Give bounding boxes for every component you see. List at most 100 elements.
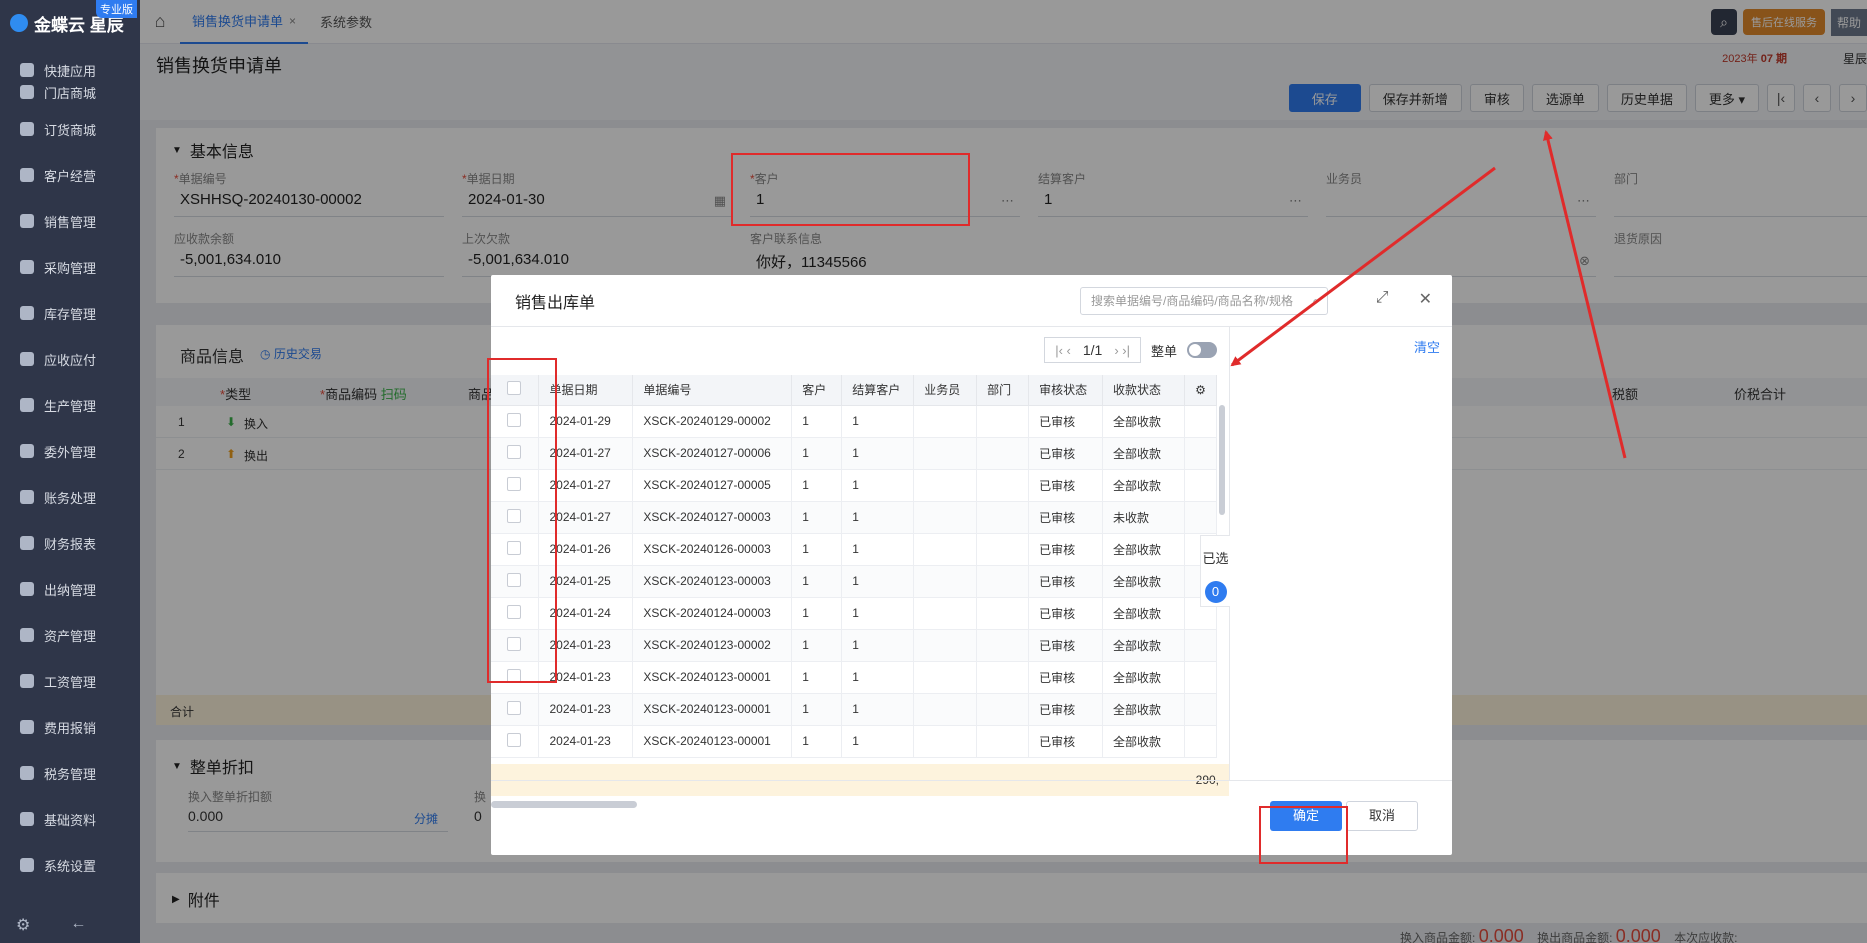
col-bill-no[interactable]: 单据编号 — [632, 375, 793, 406]
cell-bill-no[interactable]: XSCK-20240124-00003 — [632, 597, 793, 630]
row-checkbox[interactable] — [507, 572, 521, 587]
cell-bill-no[interactable]: XSCK-20240123-00003 — [632, 565, 793, 598]
row-select-cell[interactable] — [491, 629, 540, 662]
row-select-cell[interactable] — [491, 469, 540, 502]
sidebar-item-expense[interactable]: 费用报销 — [0, 704, 140, 750]
sidebar-item-purchase[interactable]: 采购管理 — [0, 244, 140, 290]
confirm-button[interactable]: 确定 — [1270, 801, 1342, 831]
row-select-cell[interactable] — [491, 725, 540, 758]
table-row[interactable]: 2024-01-24 XSCK-20240124-00003 1 1 已审核 全部收款 — [491, 597, 1218, 630]
col-customer[interactable]: 客户 — [791, 375, 843, 406]
sidebar-item-payroll[interactable]: 工资管理 — [0, 658, 140, 704]
row-select-cell[interactable] — [491, 693, 540, 726]
sidebar-item-accounting[interactable]: 账务处理 — [0, 474, 140, 520]
cell-settle: 1 — [841, 565, 915, 598]
col-date[interactable]: 单据日期 — [538, 375, 634, 406]
row-select-cell[interactable] — [491, 437, 540, 470]
sidebar-item-sales[interactable]: 销售管理 — [0, 198, 140, 244]
row-select-cell[interactable] — [491, 533, 540, 566]
cell-payment-status: 全部收款 — [1102, 437, 1185, 470]
table-row[interactable]: 2024-01-23 XSCK-20240123-00001 1 1 已审核 全部收款 — [491, 725, 1218, 758]
sidebar-item-tax[interactable]: 税务管理 — [0, 750, 140, 796]
table-row[interactable]: 2024-01-27 XSCK-20240127-00005 1 1 已审核 全部收款 — [491, 469, 1218, 502]
settings-icon[interactable]: ⚙ — [16, 915, 30, 935]
col-settle[interactable]: 结算客户 — [841, 375, 915, 406]
search-input[interactable]: 搜索单据编号/商品编码/商品名称/规格 ⌕ — [1080, 287, 1328, 315]
row-select-cell[interactable] — [491, 597, 540, 630]
sidebar-item-assets[interactable]: 资产管理 — [0, 612, 140, 658]
cell-settle: 1 — [841, 629, 915, 662]
row-checkbox[interactable] — [507, 412, 521, 427]
sidebar-bottom: ⚙ ← — [16, 915, 86, 935]
table-row[interactable]: 2024-01-23 XSCK-20240123-00001 1 1 已审核 全部收款 — [491, 661, 1218, 694]
cell-extra — [1184, 405, 1218, 438]
search-icon[interactable]: ⌕ — [1312, 288, 1319, 314]
row-select-cell[interactable] — [491, 565, 540, 598]
sidebar-item-settings[interactable]: 系统设置 — [0, 842, 140, 888]
vertical-scrollbar[interactable] — [1219, 405, 1225, 515]
clear-button[interactable]: 清空 — [1414, 337, 1440, 356]
cell-bill-no[interactable]: XSCK-20240123-00001 — [632, 661, 793, 694]
table-row[interactable]: 2024-01-25 XSCK-20240123-00003 1 1 已审核 全部收款 — [491, 565, 1218, 598]
row-checkbox[interactable] — [507, 444, 521, 459]
sidebar-item-outsource[interactable]: 委外管理 — [0, 428, 140, 474]
table-row[interactable]: 2024-01-23 XSCK-20240123-00002 1 1 已审核 全部收款 — [491, 629, 1218, 662]
table-row[interactable]: 2024-01-29 XSCK-20240129-00002 1 1 已审核 全部收款 — [491, 405, 1218, 438]
sidebar-item-cashier[interactable]: 出纳管理 — [0, 566, 140, 612]
cell-bill-no[interactable]: XSCK-20240123-00001 — [632, 693, 793, 726]
last-page-icon[interactable]: › ›| — [1114, 343, 1130, 358]
sidebar-item-production[interactable]: 生产管理 — [0, 382, 140, 428]
select-all-cell[interactable] — [491, 375, 540, 406]
cell-bill-no[interactable]: XSCK-20240129-00002 — [632, 405, 793, 438]
brand-logo[interactable]: 金蝶云 星辰 专业版 — [0, 0, 140, 46]
cell-bill-no[interactable]: XSCK-20240126-00003 — [632, 533, 793, 566]
row-checkbox[interactable] — [507, 732, 521, 747]
row-select-cell[interactable] — [491, 501, 540, 534]
row-checkbox[interactable] — [507, 604, 521, 619]
sales-outbound-dialog: 销售出库单 搜索单据编号/商品编码/商品名称/规格 ⌕ ⤢ ✕ |‹ ‹ 1/1 … — [491, 275, 1452, 855]
row-checkbox[interactable] — [507, 476, 521, 491]
sidebar-item-store-mall[interactable]: 门店商城 — [20, 81, 96, 103]
table-row[interactable]: 2024-01-23 XSCK-20240123-00001 1 1 已审核 全部收款 — [491, 693, 1218, 726]
col-payment[interactable]: 收款状态 — [1102, 375, 1185, 406]
column-settings-icon[interactable]: ⚙ — [1184, 375, 1218, 406]
sidebar-item-quick-apps[interactable]: 快捷应用 — [20, 59, 96, 81]
row-checkbox[interactable] — [507, 540, 521, 555]
col-dept[interactable]: 部门 — [976, 375, 1030, 406]
row-select-cell[interactable] — [491, 405, 540, 438]
sidebar-item-inventory[interactable]: 库存管理 — [0, 290, 140, 336]
cell-bill-no[interactable]: XSCK-20240123-00001 — [632, 725, 793, 758]
sidebar-item-basic-data[interactable]: 基础资料 — [0, 796, 140, 842]
first-page-icon[interactable]: |‹ ‹ — [1055, 343, 1071, 358]
whole-bill-toggle[interactable] — [1187, 342, 1217, 358]
sidebar-item-customer[interactable]: 客户经营 — [0, 152, 140, 198]
table-row[interactable]: 2024-01-27 XSCK-20240127-00003 1 1 已审核 未收款 — [491, 501, 1218, 534]
col-salesman[interactable]: 业务员 — [913, 375, 978, 406]
cancel-button[interactable]: 取消 — [1346, 801, 1418, 831]
cell-payment-status: 全部收款 — [1102, 533, 1185, 566]
cell-dept — [976, 405, 1030, 438]
cell-bill-no[interactable]: XSCK-20240127-00005 — [632, 469, 793, 502]
row-checkbox[interactable] — [507, 700, 521, 715]
row-select-cell[interactable] — [491, 661, 540, 694]
row-checkbox[interactable] — [507, 668, 521, 683]
collapse-icon[interactable]: ← — [70, 915, 86, 935]
select-all-checkbox[interactable] — [507, 381, 521, 396]
row-checkbox[interactable] — [507, 508, 521, 523]
sidebar-item-reports[interactable]: 财务报表 — [0, 520, 140, 566]
selected-tab[interactable]: 已选 0 — [1200, 535, 1230, 607]
sidebar-item-order-mall[interactable]: 订货商城 — [0, 106, 140, 152]
sidebar-item-receivable[interactable]: 应收应付 — [0, 336, 140, 382]
cell-bill-no[interactable]: XSCK-20240127-00003 — [632, 501, 793, 534]
col-audit[interactable]: 审核状态 — [1028, 375, 1104, 406]
table-row[interactable]: 2024-01-27 XSCK-20240127-00006 1 1 已审核 全部收款 — [491, 437, 1218, 470]
cell-bill-no[interactable]: XSCK-20240127-00006 — [632, 437, 793, 470]
cell-extra — [1184, 661, 1218, 694]
table-row[interactable]: 2024-01-26 XSCK-20240126-00003 1 1 已审核 全部收款 — [491, 533, 1218, 566]
fullscreen-icon[interactable]: ⤢ — [1376, 289, 1389, 309]
grid-icon — [20, 63, 34, 77]
page-indicator: 1/1 — [1082, 342, 1103, 358]
close-icon[interactable]: ✕ — [1419, 289, 1432, 309]
cell-bill-no[interactable]: XSCK-20240123-00002 — [632, 629, 793, 662]
row-checkbox[interactable] — [507, 636, 521, 651]
